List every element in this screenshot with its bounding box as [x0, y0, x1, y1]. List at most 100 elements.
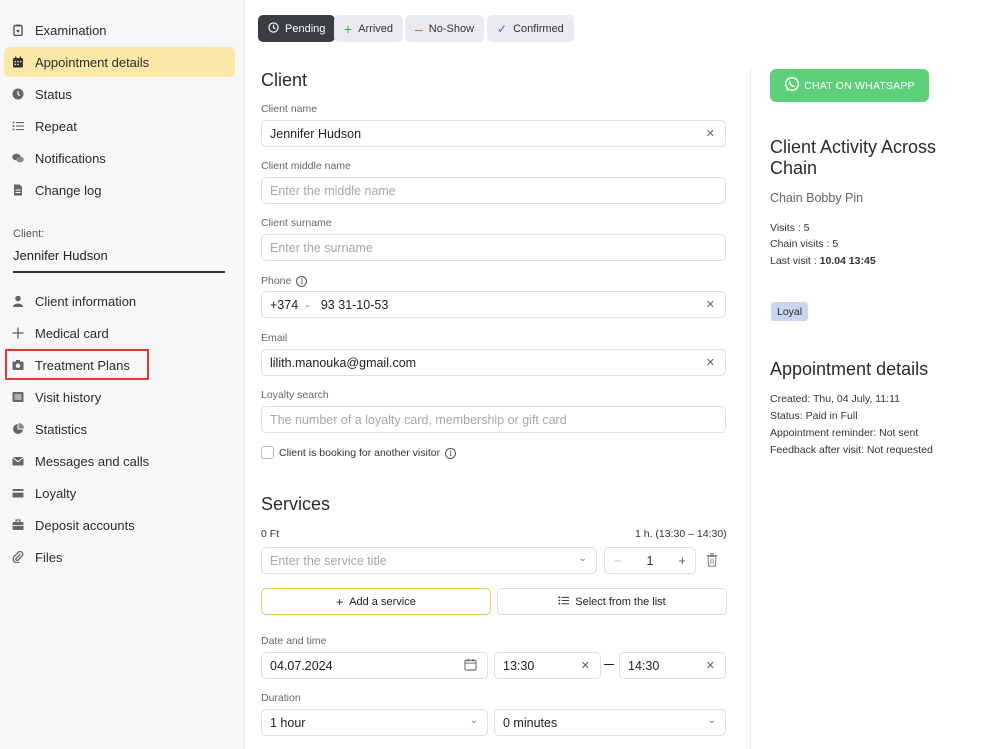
chat-icon [12, 152, 24, 164]
client-section-title: Client [261, 70, 308, 90]
duration-hours-select[interactable]: 1 hour ⌄ [261, 709, 488, 736]
calendar-icon[interactable] [464, 658, 477, 674]
loyal-badge: Loyal [771, 302, 809, 321]
end-time-field[interactable]: 14:30 ✕ [619, 652, 726, 679]
service-title-select[interactable]: Enter the service title ⌄ [261, 547, 597, 574]
sidebar-item-treatment-plans[interactable]: Treatment Plans [4, 350, 235, 380]
chip-label: No-Show [428, 22, 475, 35]
clock-icon [12, 88, 24, 100]
select-from-list-button[interactable]: Select from the list [497, 588, 727, 615]
quantity-stepper[interactable]: − 1 + [604, 547, 696, 574]
decrement-button[interactable]: − [614, 554, 621, 568]
sidebar-item-label: Treatment Plans [35, 357, 130, 373]
field-placeholder: Enter the service title [270, 553, 387, 568]
status-chip-pending[interactable]: Pending [258, 15, 336, 42]
list-box-icon [12, 391, 24, 403]
sidebar-item-statistics[interactable]: Statistics [4, 414, 235, 444]
sidebar-item-examination[interactable]: Examination [4, 15, 235, 45]
date-time-label: Date and time [261, 635, 327, 647]
status-chip-no-show[interactable]: – No-Show [405, 15, 485, 42]
quantity-value: 1 [646, 553, 654, 568]
clear-icon[interactable]: ✕ [706, 298, 715, 311]
chat-on-whatsapp-button[interactable]: CHAT ON WHATSAPP [770, 69, 929, 102]
whatsapp-icon [784, 76, 804, 95]
user-icon [12, 295, 24, 307]
sidebar-item-repeat[interactable]: Repeat [4, 111, 235, 141]
start-time-field[interactable]: 13:30 ✕ [494, 652, 601, 679]
field-value: 1 hour [270, 715, 306, 730]
reminder-info: Appointment reminder: Not sent [770, 427, 919, 439]
field-placeholder: Enter the surname [270, 240, 373, 255]
sidebar-item-visit-history[interactable]: Visit history [4, 382, 235, 412]
add-service-button[interactable]: + Add a service [261, 588, 491, 615]
sidebar-item-notifications[interactable]: Notifications [4, 143, 235, 173]
client-middle-name-field[interactable]: Enter the middle name [261, 177, 726, 204]
clear-icon[interactable]: ✕ [706, 356, 715, 369]
clock-icon [268, 22, 279, 35]
button-label: CHAT ON WHATSAPP [804, 79, 915, 92]
info-icon[interactable]: i [296, 275, 308, 287]
visits-count: Visits : 5 [770, 222, 810, 234]
clear-icon[interactable]: ✕ [706, 659, 715, 672]
sidebar-item-appointment-details[interactable]: Appointment details [4, 47, 235, 77]
plus-icon [12, 327, 24, 339]
chevron-down-icon: ⌄ [469, 715, 478, 726]
clear-icon[interactable]: ✕ [581, 659, 590, 672]
trash-icon[interactable] [706, 553, 718, 567]
feedback-info: Feedback after visit: Not requested [770, 444, 933, 456]
status-chip-confirmed[interactable]: ✓ Confirmed [487, 15, 574, 42]
sidebar-item-client-information[interactable]: Client information [4, 286, 235, 316]
client-name-field[interactable]: Jennifer Hudson ✕ [261, 120, 726, 147]
camera-icon [12, 359, 24, 371]
chevron-down-icon: ⌄ [578, 553, 587, 564]
increment-button[interactable]: + [679, 554, 686, 568]
sidebar-item-messages-and-calls[interactable]: Messages and calls [4, 446, 235, 476]
minus-icon: – [415, 20, 423, 37]
client-label: Client: [13, 228, 45, 240]
field-value: 0 minutes [503, 715, 558, 730]
phone-field[interactable]: +374 ⌄ 93 31-10-53 ✕ [261, 291, 726, 318]
clear-icon[interactable]: ✕ [706, 127, 715, 140]
clipboard-icon [12, 24, 24, 36]
loyalty-search-field[interactable]: The number of a loyalty card, membership… [261, 406, 726, 433]
another-visitor-checkbox[interactable] [261, 446, 274, 459]
client-surname-label: Client surname [261, 217, 332, 229]
sidebar-item-medical-card[interactable]: Medical card [4, 318, 235, 348]
phone-label: Phone i [261, 275, 308, 287]
sidebar: Examination Appointment details Status R… [0, 0, 245, 749]
sidebar-item-loyalty[interactable]: Loyalty [4, 478, 235, 508]
field-value: 13:30 [503, 658, 535, 673]
chain-name: Chain Bobby Pin [770, 191, 864, 205]
country-code-select[interactable]: +374 ⌄ [270, 298, 311, 312]
activity-title: Client Activity Across Chain [770, 137, 936, 179]
info-icon[interactable]: i [445, 447, 457, 459]
field-value: 14:30 [628, 658, 660, 673]
sidebar-item-label: Deposit accounts [35, 517, 135, 533]
sidebar-item-status[interactable]: Status [4, 79, 235, 109]
calendar-icon [12, 56, 24, 68]
sidebar-item-label: Visit history [35, 389, 102, 405]
panel-divider [750, 68, 751, 749]
sidebar-item-label: Messages and calls [35, 453, 150, 469]
sidebar-item-files[interactable]: Files [4, 542, 235, 572]
field-placeholder: Enter the middle name [270, 183, 396, 198]
duration-minutes-select[interactable]: 0 minutes ⌄ [494, 709, 726, 736]
button-label: Select from the list [575, 595, 666, 608]
sidebar-item-label: Notifications [35, 150, 106, 166]
field-value: Jennifer Hudson [270, 126, 362, 141]
activity-title-line: Chain [770, 158, 818, 178]
last-visit-value: 10.04 13:45 [819, 255, 876, 267]
client-surname-field[interactable]: Enter the surname [261, 234, 726, 261]
briefcase-icon [12, 519, 24, 531]
status-chip-arrived[interactable]: + Arrived [334, 15, 404, 42]
sidebar-item-label: Repeat [35, 118, 77, 134]
field-value: lilith.manouka@gmail.com [270, 355, 417, 370]
document-icon [12, 184, 24, 196]
last-visit-label: Last visit : [770, 255, 820, 267]
date-field[interactable]: 04.07.2024 [261, 652, 488, 679]
plus-icon: + [344, 20, 353, 37]
sidebar-item-deposit-accounts[interactable]: Deposit accounts [4, 510, 235, 540]
email-field[interactable]: lilith.manouka@gmail.com ✕ [261, 349, 726, 376]
activity-title-line: Client Activity Across [770, 137, 937, 157]
sidebar-item-change-log[interactable]: Change log [4, 175, 235, 205]
